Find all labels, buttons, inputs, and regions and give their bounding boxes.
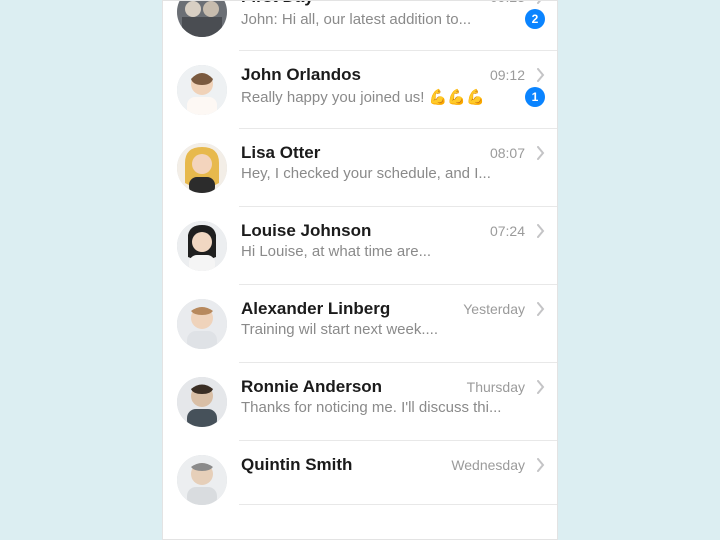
chevron-right-icon [537, 0, 545, 4]
conversation-name: First Day [241, 0, 482, 7]
conversation-content: John Orlandos 09:12 Really happy you joi… [241, 65, 545, 107]
conversation-preview: Thanks for noticing me. I'll discuss thi… [241, 399, 545, 416]
conversation-time: Yesterday [463, 301, 525, 317]
avatar [177, 299, 227, 349]
conversation-preview: Really happy you joined us! 💪💪💪 [241, 88, 517, 106]
conversation-name: Lisa Otter [241, 143, 482, 163]
chevron-right-icon [537, 146, 545, 160]
unread-badge: 2 [525, 9, 545, 29]
avatar [177, 455, 227, 505]
conversation-preview: John: Hi all, our latest addition to... [241, 11, 517, 28]
conversation-row-ronnie-anderson[interactable]: Ronnie Anderson Thursday Thanks for noti… [163, 363, 557, 441]
conversation-row-john-orlandos[interactable]: John Orlandos 09:12 Really happy you joi… [163, 51, 557, 129]
conversation-time: 07:24 [490, 223, 525, 239]
conversation-row-louise-johnson[interactable]: Louise Johnson 07:24 Hi Louise, at what … [163, 207, 557, 285]
avatar [177, 65, 227, 115]
conversation-content: Lisa Otter 08:07 Hey, I checked your sch… [241, 143, 545, 182]
chevron-right-icon [537, 302, 545, 316]
conversation-list: First Day 09:23 John: Hi all, our latest… [163, 0, 557, 505]
conversation-row-quintin-smith[interactable]: Quintin Smith Wednesday [163, 441, 557, 505]
conversation-name: Ronnie Anderson [241, 377, 459, 397]
conversation-time: 08:07 [490, 145, 525, 161]
conversation-time: 09:23 [490, 0, 525, 5]
chevron-right-icon [537, 68, 545, 82]
conversation-name: Louise Johnson [241, 221, 482, 241]
conversation-preview: Training wil start next week.... [241, 321, 545, 338]
avatar [177, 221, 227, 271]
conversation-preview: Hey, I checked your schedule, and I... [241, 165, 545, 182]
conversation-row-alexander-linberg[interactable]: Alexander Linberg Yesterday Training wil… [163, 285, 557, 363]
conversation-time: Wednesday [451, 457, 525, 473]
conversation-content: Louise Johnson 07:24 Hi Louise, at what … [241, 221, 545, 260]
conversation-content: Alexander Linberg Yesterday Training wil… [241, 299, 545, 338]
avatar [177, 143, 227, 193]
conversation-name: John Orlandos [241, 65, 482, 85]
chat-list-screen: First Day 09:23 John: Hi all, our latest… [162, 0, 558, 540]
unread-badge: 1 [525, 87, 545, 107]
conversation-row-first-day[interactable]: First Day 09:23 John: Hi all, our latest… [163, 0, 557, 51]
conversation-content: Quintin Smith Wednesday [241, 455, 545, 475]
avatar [177, 0, 227, 37]
avatar [177, 377, 227, 427]
conversation-content: Ronnie Anderson Thursday Thanks for noti… [241, 377, 545, 416]
conversation-time: Thursday [467, 379, 525, 395]
chevron-right-icon [537, 458, 545, 472]
chevron-right-icon [537, 224, 545, 238]
chevron-right-icon [537, 380, 545, 394]
conversation-row-lisa-otter[interactable]: Lisa Otter 08:07 Hey, I checked your sch… [163, 129, 557, 207]
conversation-content: First Day 09:23 John: Hi all, our latest… [241, 0, 545, 29]
conversation-preview: Hi Louise, at what time are... [241, 243, 545, 260]
conversation-name: Alexander Linberg [241, 299, 455, 319]
conversation-name: Quintin Smith [241, 455, 443, 475]
conversation-time: 09:12 [490, 67, 525, 83]
